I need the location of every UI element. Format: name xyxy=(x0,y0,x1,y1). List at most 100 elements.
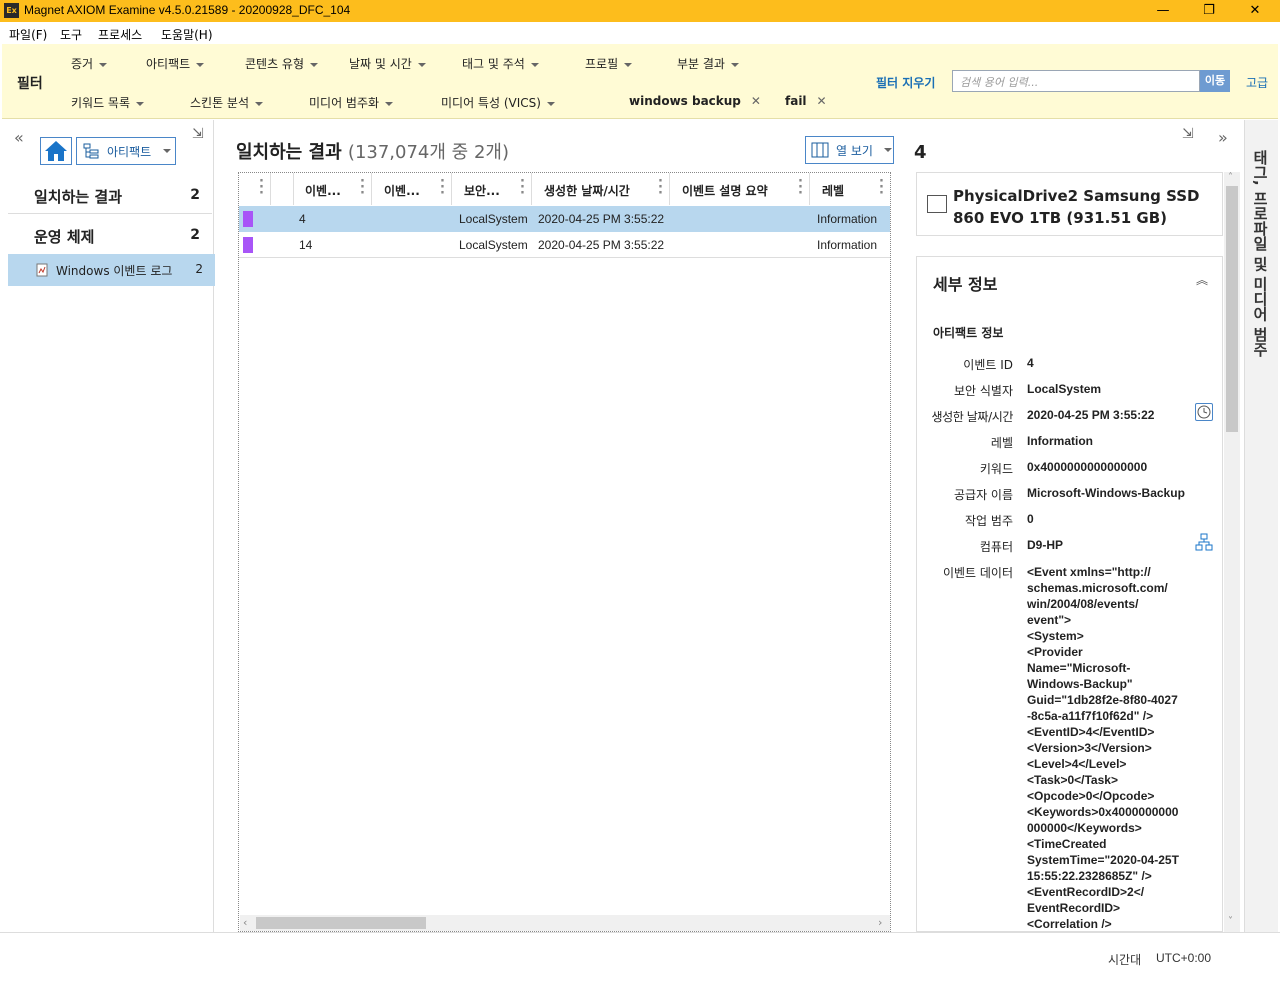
column-header-created[interactable]: 생성한 날짜/시간 · · · xyxy=(532,173,670,205)
scroll-down-icon[interactable]: ˅ xyxy=(1228,916,1233,927)
scrollbar-thumb[interactable] xyxy=(1226,186,1238,432)
column-menu-icon[interactable]: · · · xyxy=(658,175,663,200)
field-value: LocalSystem xyxy=(1027,382,1102,396)
minimize-button[interactable]: — xyxy=(1140,0,1186,22)
filter-artifact[interactable]: 아티팩트 xyxy=(146,55,205,72)
collapse-up-icon[interactable]: ︽ xyxy=(1196,271,1208,288)
timezone-value[interactable]: UTC+0:00 xyxy=(1156,951,1211,965)
remove-tag-icon[interactable]: ✕ xyxy=(817,94,827,108)
filter-bar: 필터 증거 아티팩트 콘텐츠 유형 날짜 및 시간 태그 및 주석 프로필 부분… xyxy=(2,44,1278,119)
artifact-view-selector[interactable]: 아티팩트 xyxy=(76,137,176,165)
chevron-down-icon xyxy=(530,62,539,67)
scroll-left-icon[interactable]: ‹ xyxy=(243,916,247,929)
close-button[interactable]: ✕ xyxy=(1232,0,1278,22)
tag-color-swatch xyxy=(243,211,253,227)
nav-matching-results[interactable]: 일치하는 결과 2 xyxy=(8,176,212,214)
pin-icon[interactable]: ⇲ xyxy=(192,126,204,142)
filter-evidence[interactable]: 증거 xyxy=(71,55,108,72)
filter-profile[interactable]: 프로필 xyxy=(585,55,633,72)
pin-icon[interactable]: ⇲ xyxy=(1182,126,1194,142)
nav-label: 일치하는 결과 xyxy=(34,188,123,206)
field-key: 컴퓨터 xyxy=(979,540,1013,554)
scroll-right-icon[interactable]: › xyxy=(878,916,882,929)
column-menu-icon[interactable]: · · · xyxy=(798,175,803,200)
field-value: Information xyxy=(1027,434,1093,448)
field-key: 보안 식별자 xyxy=(953,384,1013,398)
column-menu-icon[interactable]: · · · xyxy=(879,175,884,200)
advanced-search-link[interactable]: 고급 xyxy=(1246,74,1268,91)
column-menu-icon[interactable]: · · · xyxy=(440,175,445,200)
nav-label: Windows 이벤트 로그 xyxy=(56,264,173,278)
column-header-event-type[interactable]: 이벤... · · · xyxy=(372,173,452,205)
filter-partial-results[interactable]: 부분 결과 xyxy=(677,55,739,72)
collapse-left-icon[interactable]: « xyxy=(14,128,24,147)
filter-label: 필터 xyxy=(17,76,43,92)
column-header-level[interactable]: 레벨 · · · xyxy=(810,173,890,205)
side-tab-label: 태그, 프로파일 및 미디어 범주 xyxy=(1251,150,1269,357)
field-key: 공급자 이름 xyxy=(953,488,1013,502)
columns-icon xyxy=(811,142,829,158)
column-header-security[interactable]: 보안... · · · xyxy=(452,173,532,205)
clock-icon[interactable] xyxy=(1195,403,1213,421)
filter-tags-comments[interactable]: 태그 및 주석 xyxy=(462,55,539,72)
nav-count: 2 xyxy=(190,227,200,243)
expand-right-icon[interactable]: » xyxy=(1218,128,1228,147)
network-tree-icon[interactable] xyxy=(1195,533,1213,551)
table-row[interactable]: 4 LocalSystem 2020-04-25 PM 3:55:22 Info… xyxy=(239,206,890,232)
filter-date-time[interactable]: 날짜 및 시간 xyxy=(349,55,426,72)
keyword-tag-windows-backup: windows backup ✕ xyxy=(629,94,761,108)
column-header-event-summary[interactable]: 이벤트 설명 요약 · · · xyxy=(670,173,810,205)
column-header-blank[interactable] xyxy=(271,173,294,205)
column-view-button[interactable]: 열 보기 xyxy=(805,136,894,164)
column-header-event-id[interactable]: 이벤... · · · xyxy=(294,173,372,205)
details-card: 세부 정보 ︽ 아티팩트 정보 이벤트 ID 4 보안 식별자 LocalSys… xyxy=(916,256,1223,932)
column-menu-icon[interactable]: · · · xyxy=(360,175,365,200)
results-title: 일치하는 결과 (137,074개 중 2개) xyxy=(236,138,509,164)
artifact-selector-label: 아티팩트 xyxy=(107,145,152,159)
menu-process[interactable]: 프로세스 xyxy=(98,26,142,43)
menu-file[interactable]: 파일(F) xyxy=(9,26,47,43)
field-value: 4 xyxy=(1027,356,1034,370)
chevron-down-icon xyxy=(624,62,633,67)
chevron-down-icon xyxy=(417,62,426,67)
column-header-tag[interactable]: · · · xyxy=(239,173,271,205)
cell-event-id: 4 xyxy=(299,212,306,226)
results-title-text: 일치하는 결과 xyxy=(236,142,342,163)
menu-help[interactable]: 도움말(H) xyxy=(161,26,213,43)
home-button[interactable] xyxy=(40,137,72,165)
evidence-source: PhysicalDrive2 Samsung SSD 860 EVO 1TB (… xyxy=(953,187,1200,227)
filter-media-categorization[interactable]: 미디어 범주화 xyxy=(309,94,394,111)
scrollbar-thumb[interactable] xyxy=(256,917,426,929)
tag-color-swatch xyxy=(243,237,253,253)
chevron-down-icon xyxy=(163,149,171,153)
scroll-up-icon[interactable]: ˄ xyxy=(1228,172,1233,183)
field-value: 0x4000000000000000 xyxy=(1027,460,1148,474)
nav-operating-system[interactable]: 운영 체제 2 xyxy=(8,216,212,254)
results-grid: · · · 이벤... · · · 이벤... · · · 보안... · · · 생성한 날짜/시간… xyxy=(238,172,891,932)
selected-item-id: 4 xyxy=(914,142,927,163)
remove-tag-icon[interactable]: ✕ xyxy=(751,94,761,108)
column-menu-icon[interactable]: · · · xyxy=(259,175,264,200)
filter-content-type[interactable]: 콘텐츠 유형 xyxy=(245,55,319,72)
nav-count: 2 xyxy=(190,187,200,203)
maximize-button[interactable]: ❐ xyxy=(1186,0,1232,22)
nav-windows-event-log[interactable]: Windows 이벤트 로그 2 xyxy=(8,254,215,286)
clear-filters-link[interactable]: 필터 지우기 xyxy=(876,74,935,91)
filter-media-vics[interactable]: 미디어 특성 (VICS) xyxy=(441,94,555,111)
search-input[interactable]: 검색 용어 입력... xyxy=(952,70,1200,92)
window-title: Magnet AXIOM Examine v4.5.0.21589 - 2020… xyxy=(24,3,351,17)
filter-skintone[interactable]: 스킨톤 분석 xyxy=(190,94,264,111)
table-row[interactable]: 14 LocalSystem 2020-04-25 PM 3:55:22 Inf… xyxy=(239,232,890,258)
side-tab-tags-profiles[interactable]: 태그, 프로파일 및 미디어 범주 xyxy=(1244,120,1278,932)
search-go-button[interactable]: 이동 xyxy=(1200,70,1230,92)
home-icon xyxy=(45,141,67,161)
horizontal-scrollbar[interactable]: ‹ › xyxy=(240,915,890,931)
status-bar: 시간대 UTC+0:00 xyxy=(0,932,1280,984)
chevron-down-icon xyxy=(546,101,555,106)
filter-keyword-list[interactable]: 키워드 목록 xyxy=(71,94,145,111)
menu-tools[interactable]: 도구 xyxy=(60,26,82,43)
field-key: 생성한 날짜/시간 xyxy=(931,410,1013,424)
vertical-scrollbar[interactable]: ˄ ˅ xyxy=(1224,172,1240,932)
field-key: 이벤트 ID xyxy=(963,358,1013,372)
column-menu-icon[interactable]: · · · xyxy=(520,175,525,200)
